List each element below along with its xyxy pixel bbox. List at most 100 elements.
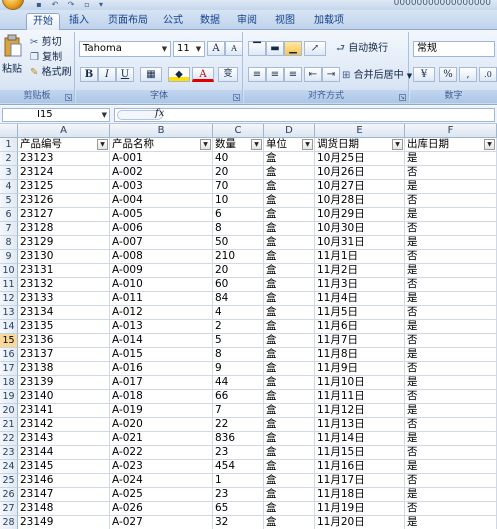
table-cell[interactable]: 23135 (18, 320, 110, 334)
row-header[interactable]: 18 (0, 376, 18, 390)
table-cell[interactable]: 否 (405, 390, 497, 404)
tab-insert[interactable]: 插入 (66, 13, 92, 30)
table-cell[interactable]: 11月9日 (315, 362, 405, 376)
table-cell[interactable]: 60 (213, 278, 264, 292)
table-cell[interactable]: 23124 (18, 166, 110, 180)
tab-review[interactable]: 审阅 (234, 13, 260, 30)
table-cell[interactable]: A-003 (110, 180, 213, 194)
table-cell[interactable]: 盒 (264, 418, 315, 432)
table-cell[interactable]: 20 (213, 264, 264, 278)
table-cell[interactable]: 盒 (264, 180, 315, 194)
tab-home[interactable]: 开始 (26, 13, 60, 30)
cut-button[interactable]: ✂ 剪切 (30, 35, 62, 50)
italic-button[interactable]: I (98, 67, 116, 82)
copy-button[interactable]: ❐ 复制 (30, 50, 62, 65)
table-cell[interactable]: A-005 (110, 208, 213, 222)
table-cell[interactable]: 23142 (18, 418, 110, 432)
insert-function-icon[interactable]: fx (155, 108, 164, 119)
table-cell[interactable]: 23129 (18, 236, 110, 250)
undo-icon[interactable]: ↶ (50, 0, 60, 9)
table-cell[interactable]: 6 (213, 208, 264, 222)
clipboard-launcher-icon[interactable]: ↘ (65, 94, 72, 101)
header-cell[interactable]: 产品名称 ▼ (110, 138, 213, 152)
table-cell[interactable]: 11月1日 (315, 250, 405, 264)
formula-input[interactable]: fx (114, 108, 495, 122)
tab-page-layout[interactable]: 页面布局 (104, 13, 152, 30)
table-cell[interactable]: 23146 (18, 474, 110, 488)
table-cell[interactable]: A-022 (110, 446, 213, 460)
table-cell[interactable]: A-002 (110, 166, 213, 180)
table-cell[interactable]: 否 (405, 306, 497, 320)
table-cell[interactable]: 否 (405, 502, 497, 516)
table-cell[interactable]: 22 (213, 418, 264, 432)
table-cell[interactable]: A-010 (110, 278, 213, 292)
paste-button[interactable]: 粘贴 (2, 62, 22, 77)
table-cell[interactable]: 23 (213, 446, 264, 460)
align-left-button[interactable]: ≡ (248, 67, 266, 82)
redo-icon[interactable]: ↷ (66, 0, 76, 9)
table-cell[interactable]: 否 (405, 334, 497, 348)
row-header[interactable]: 25 (0, 474, 18, 488)
table-cell[interactable]: 44 (213, 376, 264, 390)
table-cell[interactable]: 盒 (264, 166, 315, 180)
table-cell[interactable]: A-008 (110, 250, 213, 264)
table-cell[interactable]: A-025 (110, 488, 213, 502)
table-cell[interactable]: 11月13日 (315, 418, 405, 432)
font-launcher-icon[interactable]: ↘ (233, 94, 240, 101)
table-cell[interactable]: 是 (405, 152, 497, 166)
table-cell[interactable]: 盒 (264, 222, 315, 236)
table-cell[interactable]: 23145 (18, 460, 110, 474)
table-cell[interactable]: 23133 (18, 292, 110, 306)
header-cell[interactable]: 数量 ▼ (213, 138, 264, 152)
table-cell[interactable]: 否 (405, 250, 497, 264)
table-cell[interactable]: 盒 (264, 376, 315, 390)
table-cell[interactable]: 11月7日 (315, 334, 405, 348)
table-cell[interactable]: 5 (213, 334, 264, 348)
row-header[interactable]: 9 (0, 250, 18, 264)
table-cell[interactable]: A-019 (110, 404, 213, 418)
table-cell[interactable]: 否 (405, 418, 497, 432)
table-cell[interactable]: 盒 (264, 460, 315, 474)
row-header[interactable]: 7 (0, 222, 18, 236)
table-cell[interactable]: 11月5日 (315, 306, 405, 320)
tab-formulas[interactable]: 公式 (160, 13, 186, 30)
row-header[interactable]: 19 (0, 390, 18, 404)
column-header-a[interactable]: A (18, 124, 110, 138)
table-cell[interactable]: 65 (213, 502, 264, 516)
phonetic-button[interactable]: 变 (218, 67, 238, 82)
table-cell[interactable]: 是 (405, 376, 497, 390)
tab-add-ins[interactable]: 加载项 (309, 13, 349, 30)
table-cell[interactable]: 20 (213, 166, 264, 180)
number-format-select[interactable]: 常规 (413, 41, 495, 57)
row-header[interactable]: 6 (0, 208, 18, 222)
table-cell[interactable]: 是 (405, 488, 497, 502)
table-cell[interactable]: 23134 (18, 306, 110, 320)
table-cell[interactable]: A-015 (110, 348, 213, 362)
table-cell[interactable]: 是 (405, 432, 497, 446)
table-cell[interactable]: 盒 (264, 250, 315, 264)
table-cell[interactable]: 23139 (18, 376, 110, 390)
table-cell[interactable]: 23149 (18, 516, 110, 529)
filter-dropdown-icon[interactable]: ▼ (302, 139, 313, 150)
column-header-d[interactable]: D (264, 124, 315, 138)
table-cell[interactable]: 40 (213, 152, 264, 166)
table-cell[interactable]: 84 (213, 292, 264, 306)
table-cell[interactable]: 盒 (264, 404, 315, 418)
row-header[interactable]: 23 (0, 446, 18, 460)
align-top-button[interactable]: ▔ (248, 41, 266, 56)
table-cell[interactable]: 23136 (18, 334, 110, 348)
table-cell[interactable]: 11月6日 (315, 320, 405, 334)
paste-icon[interactable] (3, 34, 23, 58)
align-bottom-button[interactable]: ▁ (284, 41, 302, 56)
row-header[interactable]: 27 (0, 502, 18, 516)
table-cell[interactable]: 是 (405, 404, 497, 418)
table-cell[interactable]: 454 (213, 460, 264, 474)
table-cell[interactable]: 盒 (264, 236, 315, 250)
row-header[interactable]: 17 (0, 362, 18, 376)
row-header[interactable]: 12 (0, 292, 18, 306)
row-header[interactable]: 3 (0, 166, 18, 180)
comma-button[interactable]: , (459, 67, 477, 82)
qat-customize-icon[interactable]: ▾ (96, 0, 106, 9)
table-cell[interactable]: 否 (405, 278, 497, 292)
table-cell[interactable]: 23126 (18, 194, 110, 208)
